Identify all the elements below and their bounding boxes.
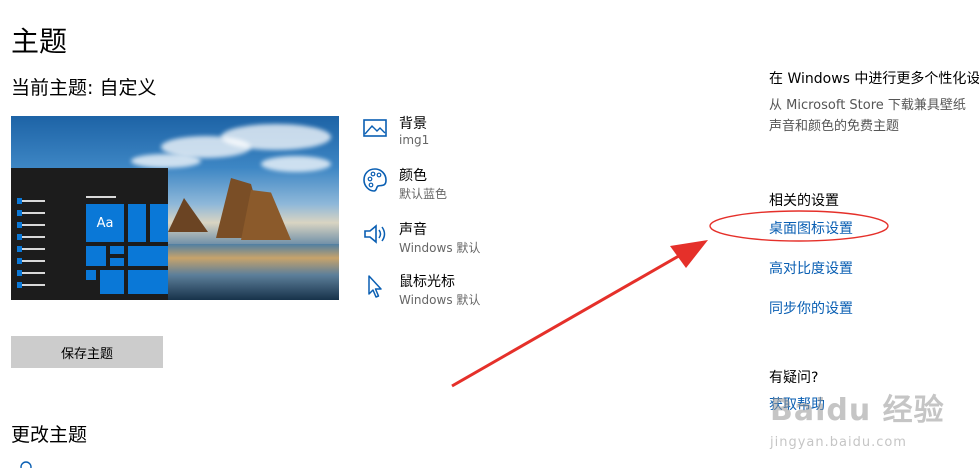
cursor-icon (368, 275, 382, 298)
option-sound-title: 声音 (399, 222, 427, 238)
preview-tile-label: Aa (96, 215, 114, 231)
store-description-line2: 声音和颜色的免费主题 (769, 119, 900, 134)
link-high-contrast-settings[interactable]: 高对比度设置 (769, 258, 853, 278)
more-personalization-text: 在 Windows 中进行更多个性化设 (769, 71, 979, 87)
option-cursor-value: Windows 默认 (399, 293, 481, 307)
option-background-title: 背景 (399, 116, 427, 132)
more-personalization-heading: 在 Windows 中进行更多个性化设 (769, 68, 979, 88)
annotation-arrow-head (670, 240, 708, 268)
option-sound-value: Windows 默认 (399, 241, 481, 255)
page-title: 主题 (11, 25, 68, 58)
annotation-arrow-shaft (451, 251, 685, 388)
link-sync-settings[interactable]: 同步你的设置 (769, 298, 853, 318)
change-theme-heading: 更改主题 (11, 424, 88, 446)
current-theme-label: 当前主题: 自定义 (11, 77, 157, 99)
related-settings-heading: 相关的设置 (769, 193, 839, 209)
baidu-watermark: Baidu 经验 jingyan.baidu.com (770, 385, 970, 465)
store-description-line1: 从 Microsoft Store 下载兼具壁纸 (769, 98, 966, 113)
watermark-brand: Baidu 经验 (770, 393, 945, 428)
palette-icon (363, 168, 387, 192)
preview-tile: Aa (86, 204, 124, 242)
option-color-value: 默认蓝色 (399, 187, 448, 201)
cut-off-content (20, 461, 270, 468)
option-cursor-title: 鼠标光标 (399, 274, 455, 290)
option-background-value: img1 (399, 133, 430, 147)
start-menu-preview: Aa (11, 168, 168, 300)
picture-icon (363, 119, 387, 137)
speaker-icon (364, 224, 386, 244)
watermark-url: jingyan.baidu.com (770, 435, 907, 450)
option-color-title: 颜色 (399, 168, 427, 184)
help-heading: 有疑问? (769, 370, 819, 386)
theme-preview: Aa (11, 116, 339, 300)
link-desktop-icon-settings[interactable]: 桌面图标设置 (769, 218, 853, 238)
save-theme-button[interactable]: 保存主题 (11, 336, 163, 368)
store-icon (20, 461, 32, 468)
